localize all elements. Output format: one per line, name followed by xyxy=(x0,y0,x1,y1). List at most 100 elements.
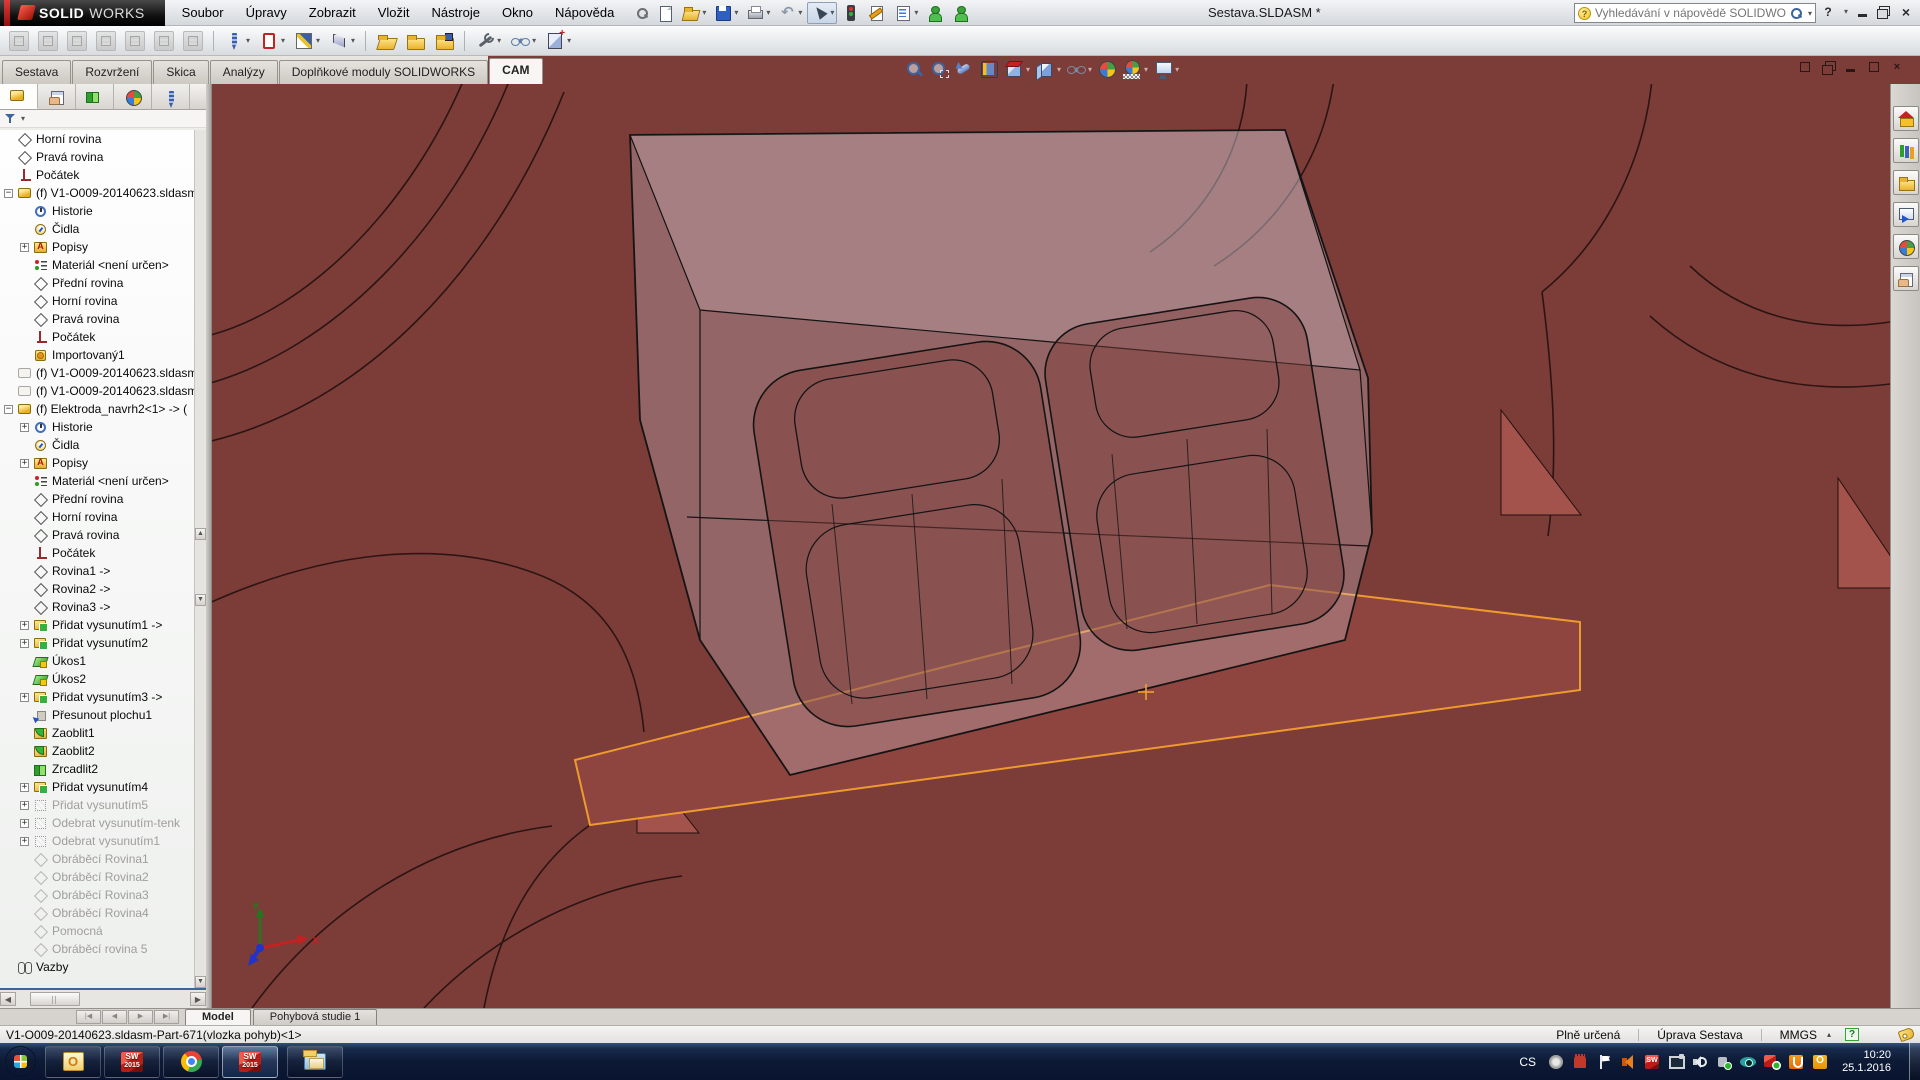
previous-view-button[interactable] xyxy=(955,60,974,79)
graphics-area[interactable]: Y X xyxy=(212,84,1890,1008)
expander-plus-icon[interactable]: + xyxy=(20,638,29,648)
tree-item-material-neni-urcen[interactable]: Materiál <není určen> xyxy=(0,256,194,274)
tab-rozvrzeni[interactable]: Rozvržení xyxy=(72,60,153,84)
language-indicator[interactable]: CS xyxy=(1515,1055,1540,1069)
chrome-taskbar-button[interactable] xyxy=(163,1045,219,1078)
expander-minus-icon[interactable]: − xyxy=(4,188,13,198)
tree-item-horni-rovina[interactable]: Horní rovina xyxy=(0,292,194,310)
help-search-input[interactable] xyxy=(1595,6,1786,20)
tree-item-pomocna[interactable]: Pomocná xyxy=(0,922,194,940)
dropdown-caret-icon[interactable]: ▾ xyxy=(1057,65,1061,74)
search-button[interactable] xyxy=(633,2,651,24)
tree-item-importovany1[interactable]: Importovaný1 xyxy=(0,346,194,364)
tree-item-cidla[interactable]: Čidla xyxy=(0,436,194,454)
expander-plus-icon[interactable]: + xyxy=(20,620,29,630)
hide-show-items-button[interactable]: ▾ xyxy=(1067,60,1092,79)
cam-visibility-button[interactable]: ▾ xyxy=(507,30,539,52)
scroll-right-arrow[interactable]: ▶ xyxy=(190,992,206,1006)
tree-item-rovina1[interactable]: Rovina1 -> xyxy=(0,562,194,580)
part-setup-button[interactable]: ▾ xyxy=(256,30,288,52)
dropdown-caret-icon[interactable]: ▾ xyxy=(702,8,706,17)
model-canvas[interactable]: Y X xyxy=(212,84,1890,1008)
audio-device-icon[interactable] xyxy=(1620,1054,1636,1070)
dropdown-caret-icon[interactable]: ▾ xyxy=(1088,65,1092,74)
doc-tab-pohybova-studie-1[interactable]: Pohybová studie 1 xyxy=(252,1009,378,1025)
display-settings-icon[interactable] xyxy=(1668,1053,1686,1070)
displaymanager-tab[interactable] xyxy=(114,84,152,109)
dropdown-caret-icon[interactable]: ▾ xyxy=(914,8,918,17)
expander-plus-icon[interactable]: + xyxy=(20,422,29,432)
dropdown-caret-icon[interactable]: ▾ xyxy=(766,8,770,17)
featuremanager-tab[interactable] xyxy=(0,84,38,109)
action-center-flag-icon[interactable] xyxy=(1596,1054,1612,1070)
menu-soubor[interactable]: Soubor xyxy=(171,1,235,24)
taskbar-clock[interactable]: 10:20 25.1.2016 xyxy=(1842,1049,1891,1075)
tree-item-historie[interactable]: + Historie xyxy=(0,418,194,436)
tree-item-pridat-vysunutim2[interactable]: + Přidat vysunutím2 xyxy=(0,634,194,652)
view-orientation-button[interactable]: ▾ xyxy=(1005,60,1030,79)
tree-item-cidla[interactable]: Čidla xyxy=(0,220,194,238)
help-search-box[interactable]: ? ▾ xyxy=(1574,3,1816,23)
cam-disabled-6-button[interactable] xyxy=(151,30,177,52)
tree-item-pridat-vysunutim1[interactable]: + Přidat vysunutím1 -> xyxy=(0,616,194,634)
menu-nastroje[interactable]: Nástroje xyxy=(421,1,491,24)
units-selector[interactable]: MMGS xyxy=(1762,1028,1821,1042)
outlook-taskbar-button[interactable]: O xyxy=(45,1045,101,1078)
tree-item-pocatek[interactable]: Počátek xyxy=(0,328,194,346)
dropdown-caret-icon[interactable]: ▾ xyxy=(246,36,250,45)
edit-appearance-button[interactable] xyxy=(1098,60,1117,79)
tree-item-zrcadlit2[interactable]: Zrcadlit2 xyxy=(0,760,194,778)
options-button[interactable]: ▾ xyxy=(891,2,921,24)
split-up-arrow[interactable]: ▲ xyxy=(195,528,206,540)
expander-plus-icon[interactable]: + xyxy=(20,242,29,252)
dropdown-caret-icon[interactable]: ▾ xyxy=(497,36,501,45)
cam-options-button[interactable]: ▾ xyxy=(472,30,504,52)
new-document-button[interactable] xyxy=(653,2,677,24)
mdi-close-button[interactable]: × xyxy=(1890,61,1904,73)
tree-item-material-neni-urcen[interactable]: Materiál <není určen> xyxy=(0,472,194,490)
show-desktop-button[interactable] xyxy=(1909,1043,1920,1080)
tree-item-zaoblit2[interactable]: Zaoblit2 xyxy=(0,742,194,760)
tree-filter-row[interactable]: ▾ xyxy=(0,110,206,128)
solidworks-cube-icon[interactable] xyxy=(1644,1054,1660,1070)
tree-item-prava-rovina[interactable]: Pravá rovina xyxy=(0,148,194,166)
tree-item-predni-rovina[interactable]: Přední rovina xyxy=(0,274,194,292)
tree-item-obrabeci-rovina1[interactable]: Obráběcí Rovina1 xyxy=(0,850,194,868)
expander-plus-icon[interactable]: + xyxy=(20,692,29,702)
solidworks-check-icon[interactable] xyxy=(1764,1054,1782,1070)
dropdown-caret-icon[interactable]: ▾ xyxy=(830,8,834,17)
split-down-arrow[interactable]: ▼ xyxy=(195,594,206,606)
tree-item-zaoblit1[interactable]: Zaoblit1 xyxy=(0,724,194,742)
cam-disabled-5-button[interactable] xyxy=(122,30,148,52)
menu-zobrazit[interactable]: Zobrazit xyxy=(298,1,367,24)
tree-item-vazby[interactable]: Vazby xyxy=(0,958,194,976)
tree-item-pridat-vysunutim4[interactable]: + Přidat vysunutím4 xyxy=(0,778,194,796)
study-next-button[interactable]: ▶ xyxy=(128,1010,153,1024)
tree-item-pridat-vysunutim5[interactable]: + Přidat vysunutím5 xyxy=(0,796,194,814)
tree-item-prava-rovina[interactable]: Pravá rovina xyxy=(0,310,194,328)
tree-item-pocatek[interactable]: Počátek xyxy=(0,166,194,184)
menu-vlozit[interactable]: Vložit xyxy=(367,1,421,24)
usb-safely-remove-icon[interactable] xyxy=(1716,1054,1733,1070)
outlook-badge-icon[interactable] xyxy=(1812,1054,1828,1070)
expander-minus-icon[interactable]: − xyxy=(4,404,13,414)
tree-item-f-elektroda-navrh2-1[interactable]: − (f) Elektroda_navrh2<1> -> ( xyxy=(0,400,194,418)
security-hand-icon[interactable] xyxy=(1572,1053,1588,1070)
propertymanager-tab[interactable] xyxy=(38,84,76,109)
dropdown-caret-icon[interactable]: ▾ xyxy=(1175,65,1179,74)
tree-item-popisy[interactable]: + Popisy xyxy=(0,454,194,472)
minimize-button[interactable] xyxy=(1854,4,1870,19)
filter-caret-icon[interactable]: ▾ xyxy=(21,114,25,123)
study-previous-button[interactable]: ◀ xyxy=(102,1010,127,1024)
tab-analyzy[interactable]: Analýzy xyxy=(209,60,278,84)
tree-item-obrabeci-rovina-5[interactable]: Obráběcí rovina 5 xyxy=(0,940,194,958)
cam-disabled-3-button[interactable] xyxy=(64,30,90,52)
tag-icon[interactable] xyxy=(1897,1026,1916,1043)
home-tab[interactable] xyxy=(1892,106,1919,131)
menu-okno[interactable]: Okno xyxy=(491,1,544,24)
solidworks-2015-taskbar-button[interactable]: SW 2015 xyxy=(104,1045,160,1078)
dropdown-caret-icon[interactable]: ▾ xyxy=(798,8,802,17)
scroll-left-arrow[interactable]: ◀ xyxy=(0,992,16,1006)
user-1-button[interactable] xyxy=(923,2,947,24)
tab-doplnkove-moduly-solidworks[interactable]: Doplňkové moduly SOLIDWORKS xyxy=(278,60,489,84)
